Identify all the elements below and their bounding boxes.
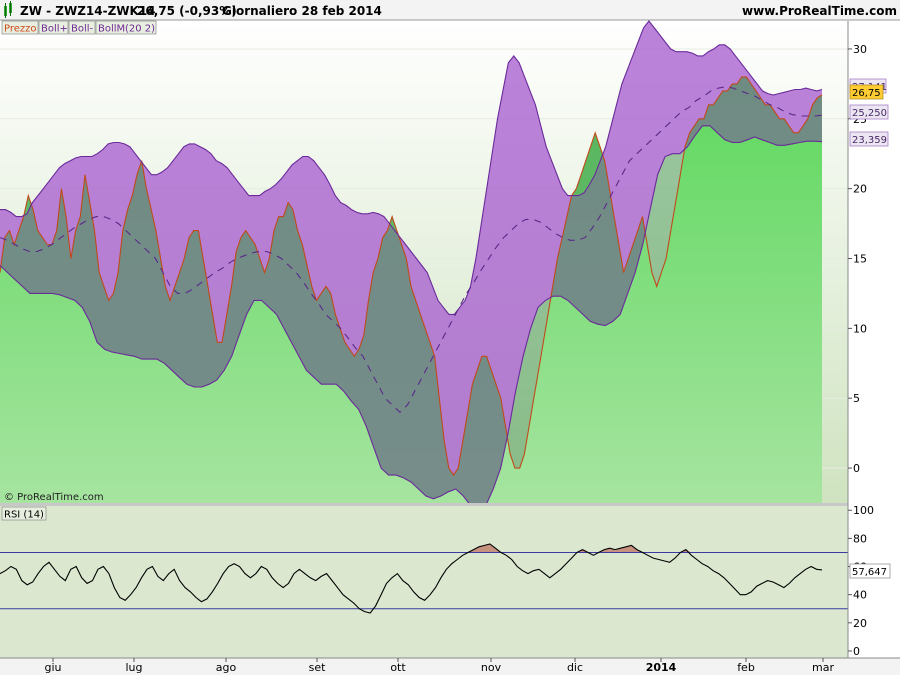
legend-boll-minus: Boll- — [71, 24, 94, 35]
legend-boll-plus: Boll+ — [41, 24, 68, 35]
rsi-tick-label: 100 — [853, 504, 874, 517]
svg-text:57,647: 57,647 — [852, 567, 887, 578]
rsi-panel — [0, 506, 848, 658]
x-tick-label: ago — [216, 661, 237, 674]
x-tick-label: 2014 — [646, 661, 677, 674]
badge-mid: 25,250 — [849, 104, 889, 120]
period-date: Giornaliero 28 feb 2014 — [222, 4, 382, 18]
rsi-tick-label: 0 — [853, 645, 860, 658]
chart-canvas: ZW - ZWZ14-ZWK14 26,75 (-0,93%) Giornali… — [0, 0, 900, 675]
badge-rsi: 57,647 — [849, 563, 891, 579]
legend-boll-mid: BollM — [98, 24, 125, 35]
chart-window: ZW - ZWZ14-ZWK14 26,75 (-0,93%) Giornali… — [0, 0, 900, 675]
x-tick-label: giu — [44, 661, 61, 674]
badge-lower: 23,359 — [849, 131, 889, 147]
rsi-tick-label: 20 — [853, 617, 867, 630]
panel-separator[interactable] — [0, 503, 900, 506]
rsi-label: RSI (14) — [4, 510, 44, 521]
svg-text:26,75: 26,75 — [852, 88, 881, 99]
y-tick-label: 10 — [853, 322, 867, 335]
x-tick-label: set — [309, 661, 326, 674]
x-tick-label: mar — [812, 661, 834, 674]
x-tick-label: ott — [390, 661, 406, 674]
y-tick-label: 15 — [853, 253, 867, 266]
symbol-title: ZW - ZWZ14-ZWK14 — [20, 4, 156, 18]
y-tick-label: 0 — [853, 462, 860, 475]
x-tick-label: feb — [737, 661, 755, 674]
legend-price: Prezzo — [4, 24, 37, 35]
x-tick-label: nov — [481, 661, 502, 674]
svg-text:23,359: 23,359 — [852, 135, 887, 146]
legend: Prezzo Boll+ Boll- BollM (20 2) — [1, 20, 157, 35]
site-link[interactable]: www.ProRealTime.com — [742, 4, 897, 18]
copyright: © ProRealTime.com — [4, 492, 104, 503]
y-tick-label: 20 — [853, 183, 867, 196]
svg-text:25,250: 25,250 — [852, 108, 887, 119]
rsi-tick-label: 40 — [853, 589, 867, 602]
y-tick-label: 5 — [853, 392, 860, 405]
x-tick-label: dic — [567, 661, 583, 674]
badge-last: 26,75 — [849, 84, 884, 100]
y-tick-label: 30 — [853, 43, 867, 56]
rsi-tick-label: 80 — [853, 532, 867, 545]
x-tick-label: lug — [125, 661, 142, 674]
legend-params: (20 2) — [125, 24, 155, 35]
